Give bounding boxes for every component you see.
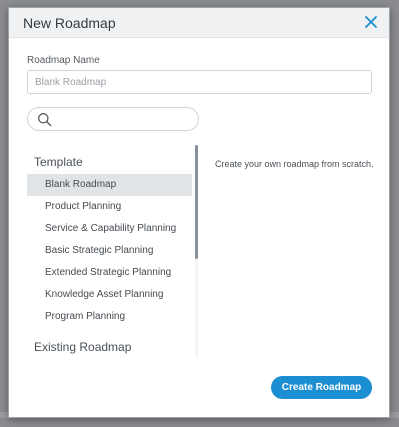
template-description: Create your own roadmap from scratch.: [215, 159, 374, 169]
close-icon[interactable]: [363, 14, 379, 30]
search-icon: [37, 112, 52, 127]
roadmap-name-label: Roadmap Name: [27, 55, 100, 66]
group-heading-template: Template: [34, 155, 83, 169]
list-scrollbar[interactable]: [195, 145, 198, 357]
template-item-basic-strategic-planning[interactable]: Basic Strategic Planning: [27, 240, 192, 262]
template-item-extended-strategic-planning[interactable]: Extended Strategic Planning: [27, 262, 192, 284]
template-item-knowledge-asset-planning[interactable]: Knowledge Asset Planning: [27, 284, 192, 306]
template-item-program-planning[interactable]: Program Planning: [27, 306, 192, 328]
new-roadmap-dialog: New Roadmap Roadmap Name Template Blank …: [8, 7, 390, 418]
roadmap-name-input[interactable]: [27, 70, 372, 94]
template-item-service-capability-planning[interactable]: Service & Capability Planning: [27, 218, 192, 240]
template-list: Template Blank Roadmap Product Planning …: [27, 145, 195, 357]
list-scrollbar-thumb[interactable]: [195, 145, 198, 259]
template-item-blank-roadmap[interactable]: Blank Roadmap: [27, 174, 192, 196]
template-search-input[interactable]: [27, 107, 199, 131]
template-item-product-planning[interactable]: Product Planning: [27, 196, 192, 218]
dialog-header: New Roadmap: [9, 8, 389, 38]
create-roadmap-button[interactable]: Create Roadmap: [271, 376, 372, 399]
dialog-title: New Roadmap: [23, 15, 116, 31]
group-heading-existing-roadmap: Existing Roadmap: [34, 340, 132, 354]
